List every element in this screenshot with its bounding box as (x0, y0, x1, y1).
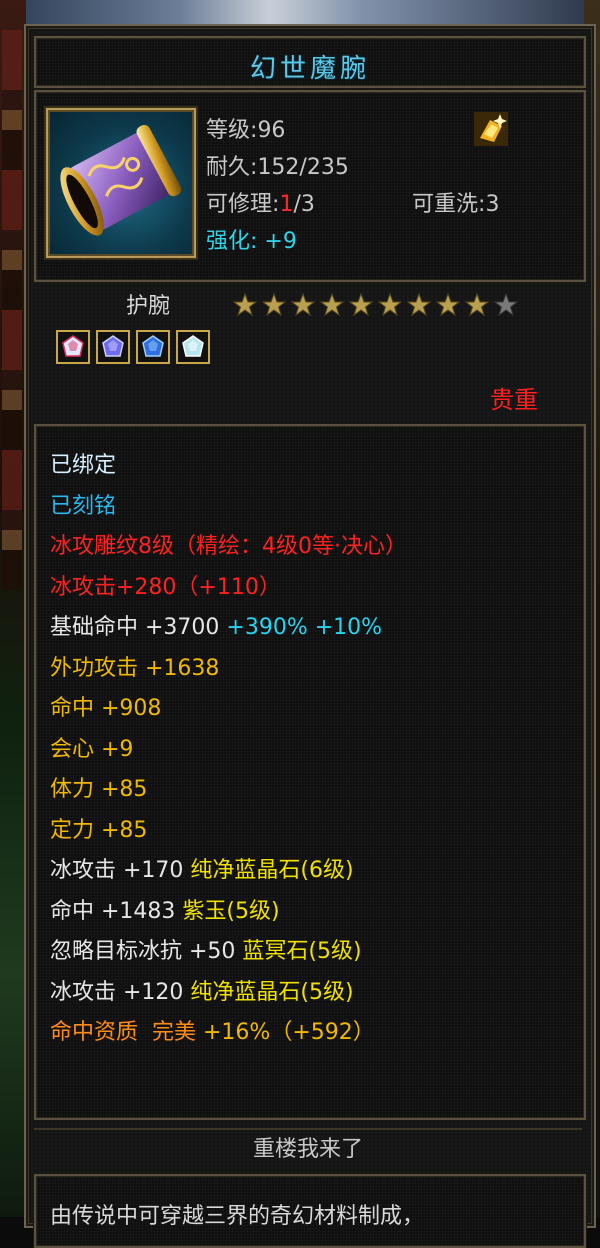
background-scenery-left (0, 0, 26, 1217)
level-label: 等级 (206, 118, 251, 143)
item-type: 护腕 (126, 294, 171, 319)
star-filled-icon (348, 292, 374, 317)
title-panel: 幻世魔腕 (34, 36, 586, 88)
attribute-segment: +390% +10% (226, 615, 383, 640)
attribute-line: 基础命中 +3700 +390% +10% (50, 608, 407, 649)
attribute-segment: 外功攻击 +1638 (50, 655, 220, 681)
star-filled-icon (319, 292, 345, 317)
durability-value: 152/235 (257, 155, 349, 180)
attribute-segment: 定力 +85 (50, 817, 148, 843)
repair-stat: 可修理:1/3 (206, 192, 315, 217)
attribute-line: 定力 +85 (50, 811, 407, 852)
gem-slot-2-icon[interactable] (96, 330, 130, 364)
attribute-line: 会心 +9 (50, 730, 407, 771)
attributes-panel: 已绑定已刻铭冰攻雕纹8级（精绘：4级0等·决心） 冰攻击+280（+110） 基础命… (34, 424, 586, 1120)
attribute-line: 忽略目标冰抗 +50 蓝冥石(5级) (50, 932, 407, 973)
repair-used: 1 (279, 192, 294, 217)
rewash-stat: 可重洗:3 (412, 192, 500, 217)
gem-slot-3-icon[interactable] (136, 330, 170, 364)
rarity-label: 贵重 (490, 386, 538, 414)
attribute-segment: 命中 +908 (50, 696, 162, 721)
attribute-segment: 纯净蓝晶石(6级) (190, 858, 354, 883)
star-filled-icon (290, 292, 316, 317)
item-description: 由传说中可穿越三界的奇幻材料制成， (50, 1204, 425, 1229)
attribute-line: 命中 +1483 紫玉(5级) (50, 892, 407, 933)
star-filled-icon (232, 292, 258, 317)
gem-slot-4-icon[interactable] (176, 330, 210, 364)
description-panel: 由传说中可穿越三界的奇幻材料制成， (34, 1174, 586, 1248)
item-name: 幻世魔腕 (249, 54, 370, 84)
star-filled-icon (435, 292, 461, 317)
wristguard-icon[interactable] (46, 108, 196, 258)
attribute-segment: 紫玉(5级) (182, 898, 280, 924)
attribute-line: 冰攻击 +170 纯净蓝晶石(6级) (50, 851, 407, 892)
star-filled-icon (377, 292, 403, 317)
attribute-segment: 会心 +9 (50, 736, 134, 762)
attribute-segment: 忽略目标冰抗 +50 (50, 939, 243, 964)
level-value: 96 (257, 118, 286, 143)
durability-label: 耐久 (206, 155, 251, 180)
sparkle-quality-icon (474, 112, 508, 146)
repair-label: 可修理 (206, 192, 273, 217)
rewash-value: 3 (485, 192, 500, 217)
gem-slot-1-icon[interactable] (56, 330, 90, 364)
attribute-line: 已刻铭 (50, 487, 407, 528)
crafter-signature: 重楼我来了 (34, 1128, 582, 1170)
attribute-segment: 纯净蓝晶石(5级) (190, 979, 354, 1005)
enhance-stat: 强化: +9 (206, 229, 297, 254)
star-filled-icon (406, 292, 432, 317)
attribute-line: 已绑定 (50, 446, 407, 487)
attribute-segment: 冰攻击 +120 (50, 979, 191, 1005)
gem-slots (56, 330, 210, 364)
star-filled-icon (261, 292, 287, 317)
repair-total: /3 (293, 192, 315, 217)
attribute-segment: 冰攻击 +170 (50, 858, 191, 883)
attribute-segment: 基础命中 +3700 (50, 615, 227, 640)
attribute-line: 体力 +85 (50, 770, 407, 811)
attribute-segment: 冰攻雕纹8级（精绘：4级0等·决心） (50, 534, 407, 559)
star-empty-icon (493, 292, 519, 317)
attribute-line: 冰攻雕纹8级（精绘：4级0等·决心） (50, 527, 407, 568)
item-tooltip: 幻世魔腕 等级:96 耐久:152/235 可修理:1/3 可重洗:3 强化: … (24, 24, 596, 1248)
attribute-line: 冰攻击 +120 纯净蓝晶石(5级) (50, 973, 407, 1014)
attribute-segment: +16%（+592） (203, 1020, 375, 1045)
attribute-segment: 命中 +1483 (50, 898, 183, 924)
attribute-segment: 体力 +85 (50, 777, 148, 802)
attribute-line: 外功攻击 +1638 (50, 649, 407, 690)
enhance-label: 强化 (206, 229, 251, 254)
star-rating (232, 292, 519, 318)
enhance-value: +9 (264, 229, 297, 254)
durability-stat: 耐久:152/235 (206, 155, 349, 180)
rewash-label: 可重洗 (412, 192, 479, 217)
attribute-segment: 完美 (152, 1020, 203, 1045)
attribute-segment: 蓝冥石(5级) (242, 939, 362, 964)
attribute-line: 命中 +908 (50, 689, 407, 730)
attribute-segment: 命中资质 (50, 1020, 152, 1045)
attribute-segment: 冰攻击+280（+110） (50, 574, 281, 600)
attribute-segment: 已绑定 (50, 453, 117, 478)
level-stat: 等级:96 (206, 118, 286, 143)
star-filled-icon (464, 292, 490, 317)
attribute-line: 冰攻击+280（+110） (50, 568, 407, 609)
item-info-panel: 等级:96 耐久:152/235 可修理:1/3 可重洗:3 强化: +9 (34, 90, 586, 282)
attribute-line: 命中资质 完美 +16%（+592） (50, 1013, 407, 1054)
attribute-segment: 已刻铭 (50, 493, 117, 519)
attribute-list: 已绑定已刻铭冰攻雕纹8级（精绘：4级0等·决心） 冰攻击+280（+110） 基础命… (50, 446, 407, 1054)
